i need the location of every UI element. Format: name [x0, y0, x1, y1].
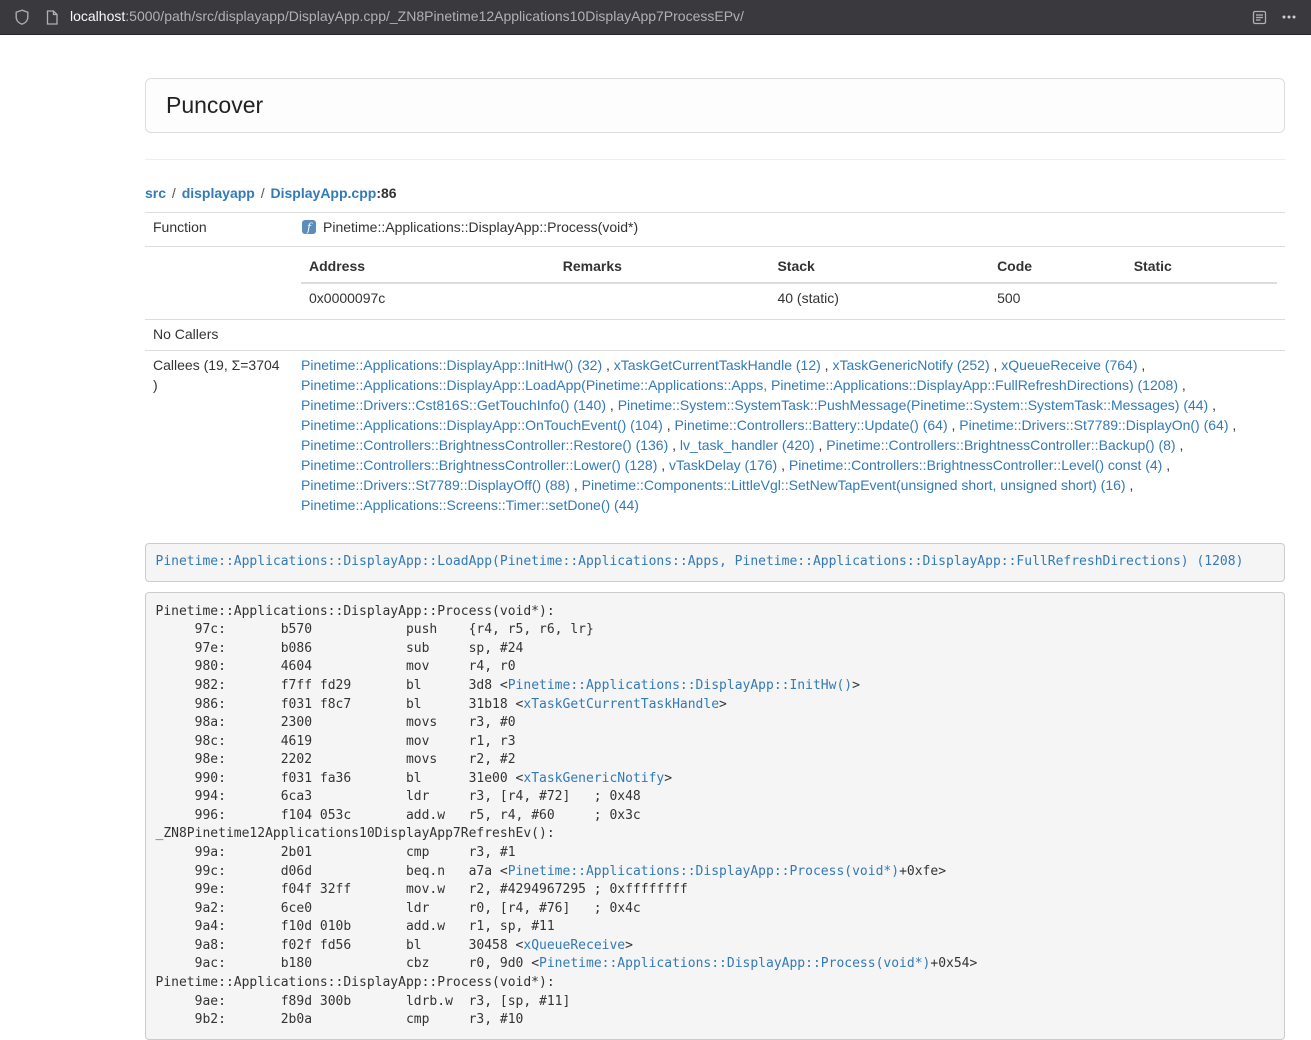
stats-row: Address Remarks Stack Code Static 0x0000… [145, 246, 1285, 319]
breadcrumb-file-link[interactable]: DisplayApp.cpp [271, 185, 377, 201]
breadcrumb-divider: / [166, 185, 182, 201]
no-callers-row: No Callers [145, 319, 1285, 350]
callee-link[interactable]: xTaskGetCurrentTaskHandle (12) [614, 357, 821, 373]
callee-link[interactable]: Pinetime::Controllers::BrightnessControl… [301, 457, 657, 473]
breadcrumb: src / displayapp / DisplayApp.cpp:86 [145, 184, 1285, 204]
callee-link[interactable]: Pinetime::Controllers::BrightnessControl… [789, 457, 1162, 473]
function-name-cell: f Pinetime::Applications::DisplayApp::Pr… [293, 212, 1285, 246]
callee-link[interactable]: xQueueReceive (764) [1001, 357, 1137, 373]
callee-link[interactable]: Pinetime::Controllers::BrightnessControl… [301, 437, 668, 453]
column-stack: Stack [769, 252, 989, 283]
breadcrumb-src-link[interactable]: src [145, 185, 166, 201]
callee-link[interactable]: Pinetime::Applications::DisplayApp::Load… [301, 377, 1178, 393]
column-static: Static [1126, 252, 1277, 283]
url-bar[interactable]: localhost:5000/path/src/displayapp/Displ… [42, 7, 1239, 27]
url-host: localhost [70, 8, 125, 24]
breadcrumb-line-number: :86 [376, 185, 396, 201]
column-address: Address [301, 252, 555, 283]
column-remarks: Remarks [555, 252, 770, 283]
callees-row: Callees (19, Σ=3704 ) Pinetime::Applicat… [145, 350, 1285, 520]
code-value: 500 [989, 283, 1126, 314]
symbol-link[interactable]: Pinetime::Applications::DisplayApp::Proc… [539, 956, 930, 971]
app-header: Puncover [145, 78, 1285, 133]
symbol-link[interactable]: xTaskGetCurrentTaskHandle [523, 697, 719, 712]
function-row: Function f Pinetime::Applications::Displ… [145, 212, 1285, 246]
no-callers-label: No Callers [145, 319, 293, 350]
callee-link[interactable]: xTaskGenericNotify (252) [832, 357, 989, 373]
callee-link[interactable]: Pinetime::System::SystemTask::PushMessag… [618, 397, 1209, 413]
callee-link[interactable]: Pinetime::Controllers::Battery::Update()… [675, 417, 948, 433]
symbol-link[interactable]: Pinetime::Applications::DisplayApp::Init… [508, 678, 852, 693]
stats-header-row: Address Remarks Stack Code Static [301, 252, 1277, 283]
url-text: localhost:5000/path/src/displayapp/Displ… [70, 7, 744, 27]
tracking-shield-icon[interactable] [12, 7, 32, 27]
function-icon: f [301, 219, 317, 241]
page-info-icon[interactable] [42, 7, 62, 27]
disassembly: Pinetime::Applications::DisplayApp::Proc… [145, 592, 1285, 1040]
page-actions-menu-icon[interactable] [1279, 7, 1299, 27]
breadcrumb-divider: / [255, 185, 271, 201]
stats-table: Address Remarks Stack Code Static 0x0000… [301, 252, 1277, 314]
app-title: Puncover [166, 92, 263, 118]
function-label: Function [145, 212, 293, 246]
function-name: Pinetime::Applications::DisplayApp::Proc… [323, 219, 638, 235]
symbol-link[interactable]: xTaskGenericNotify [523, 771, 664, 786]
function-details-table: Function f Pinetime::Applications::Displ… [145, 212, 1285, 521]
stats-value-row: 0x0000097c 40 (static) 500 [301, 283, 1277, 314]
callee-link[interactable]: Pinetime::Drivers::Cst816S::GetTouchInfo… [301, 397, 606, 413]
address-value: 0x0000097c [301, 283, 555, 314]
page-container: Puncover src / displayapp / DisplayApp.c… [145, 35, 1285, 1040]
highlighted-symbol-link[interactable]: Pinetime::Applications::DisplayApp::Load… [156, 554, 1244, 569]
reader-view-icon[interactable] [1249, 7, 1269, 27]
divider [145, 159, 1285, 160]
highlighted-symbol-box: Pinetime::Applications::DisplayApp::Load… [145, 543, 1285, 583]
callee-link[interactable]: Pinetime::Applications::Screens::Timer::… [301, 497, 639, 513]
callee-link[interactable]: Pinetime::Controllers::BrightnessControl… [826, 437, 1175, 453]
remarks-value [555, 283, 770, 314]
callees-list: Pinetime::Applications::DisplayApp::Init… [293, 350, 1285, 520]
symbol-link[interactable]: Pinetime::Applications::DisplayApp::Proc… [508, 864, 899, 879]
no-callers-cell [293, 319, 1285, 350]
breadcrumb-displayapp-link[interactable]: displayapp [182, 185, 255, 201]
stats-cell: Address Remarks Stack Code Static 0x0000… [293, 246, 1285, 319]
callee-link[interactable]: Pinetime::Components::LittleVgl::SetNewT… [582, 477, 1126, 493]
callee-link[interactable]: vTaskDelay (176) [669, 457, 777, 473]
callee-link[interactable]: Pinetime::Drivers::St7789::DisplayOn() (… [959, 417, 1228, 433]
url-path: :5000/path/src/displayapp/DisplayApp.cpp… [125, 8, 744, 24]
callee-link[interactable]: Pinetime::Applications::DisplayApp::OnTo… [301, 417, 663, 433]
callees-label: Callees (19, Σ=3704 ) [145, 350, 293, 520]
stack-value: 40 (static) [769, 283, 989, 314]
browser-toolbar: localhost:5000/path/src/displayapp/Displ… [0, 0, 1311, 35]
stats-label-empty [145, 246, 293, 319]
column-code: Code [989, 252, 1126, 283]
callee-link[interactable]: lv_task_handler (420) [680, 437, 815, 453]
callee-link[interactable]: Pinetime::Drivers::St7789::DisplayOff() … [301, 477, 570, 493]
static-value [1126, 283, 1277, 314]
callee-link[interactable]: Pinetime::Applications::DisplayApp::Init… [301, 357, 602, 373]
symbol-link[interactable]: xQueueReceive [523, 938, 625, 953]
